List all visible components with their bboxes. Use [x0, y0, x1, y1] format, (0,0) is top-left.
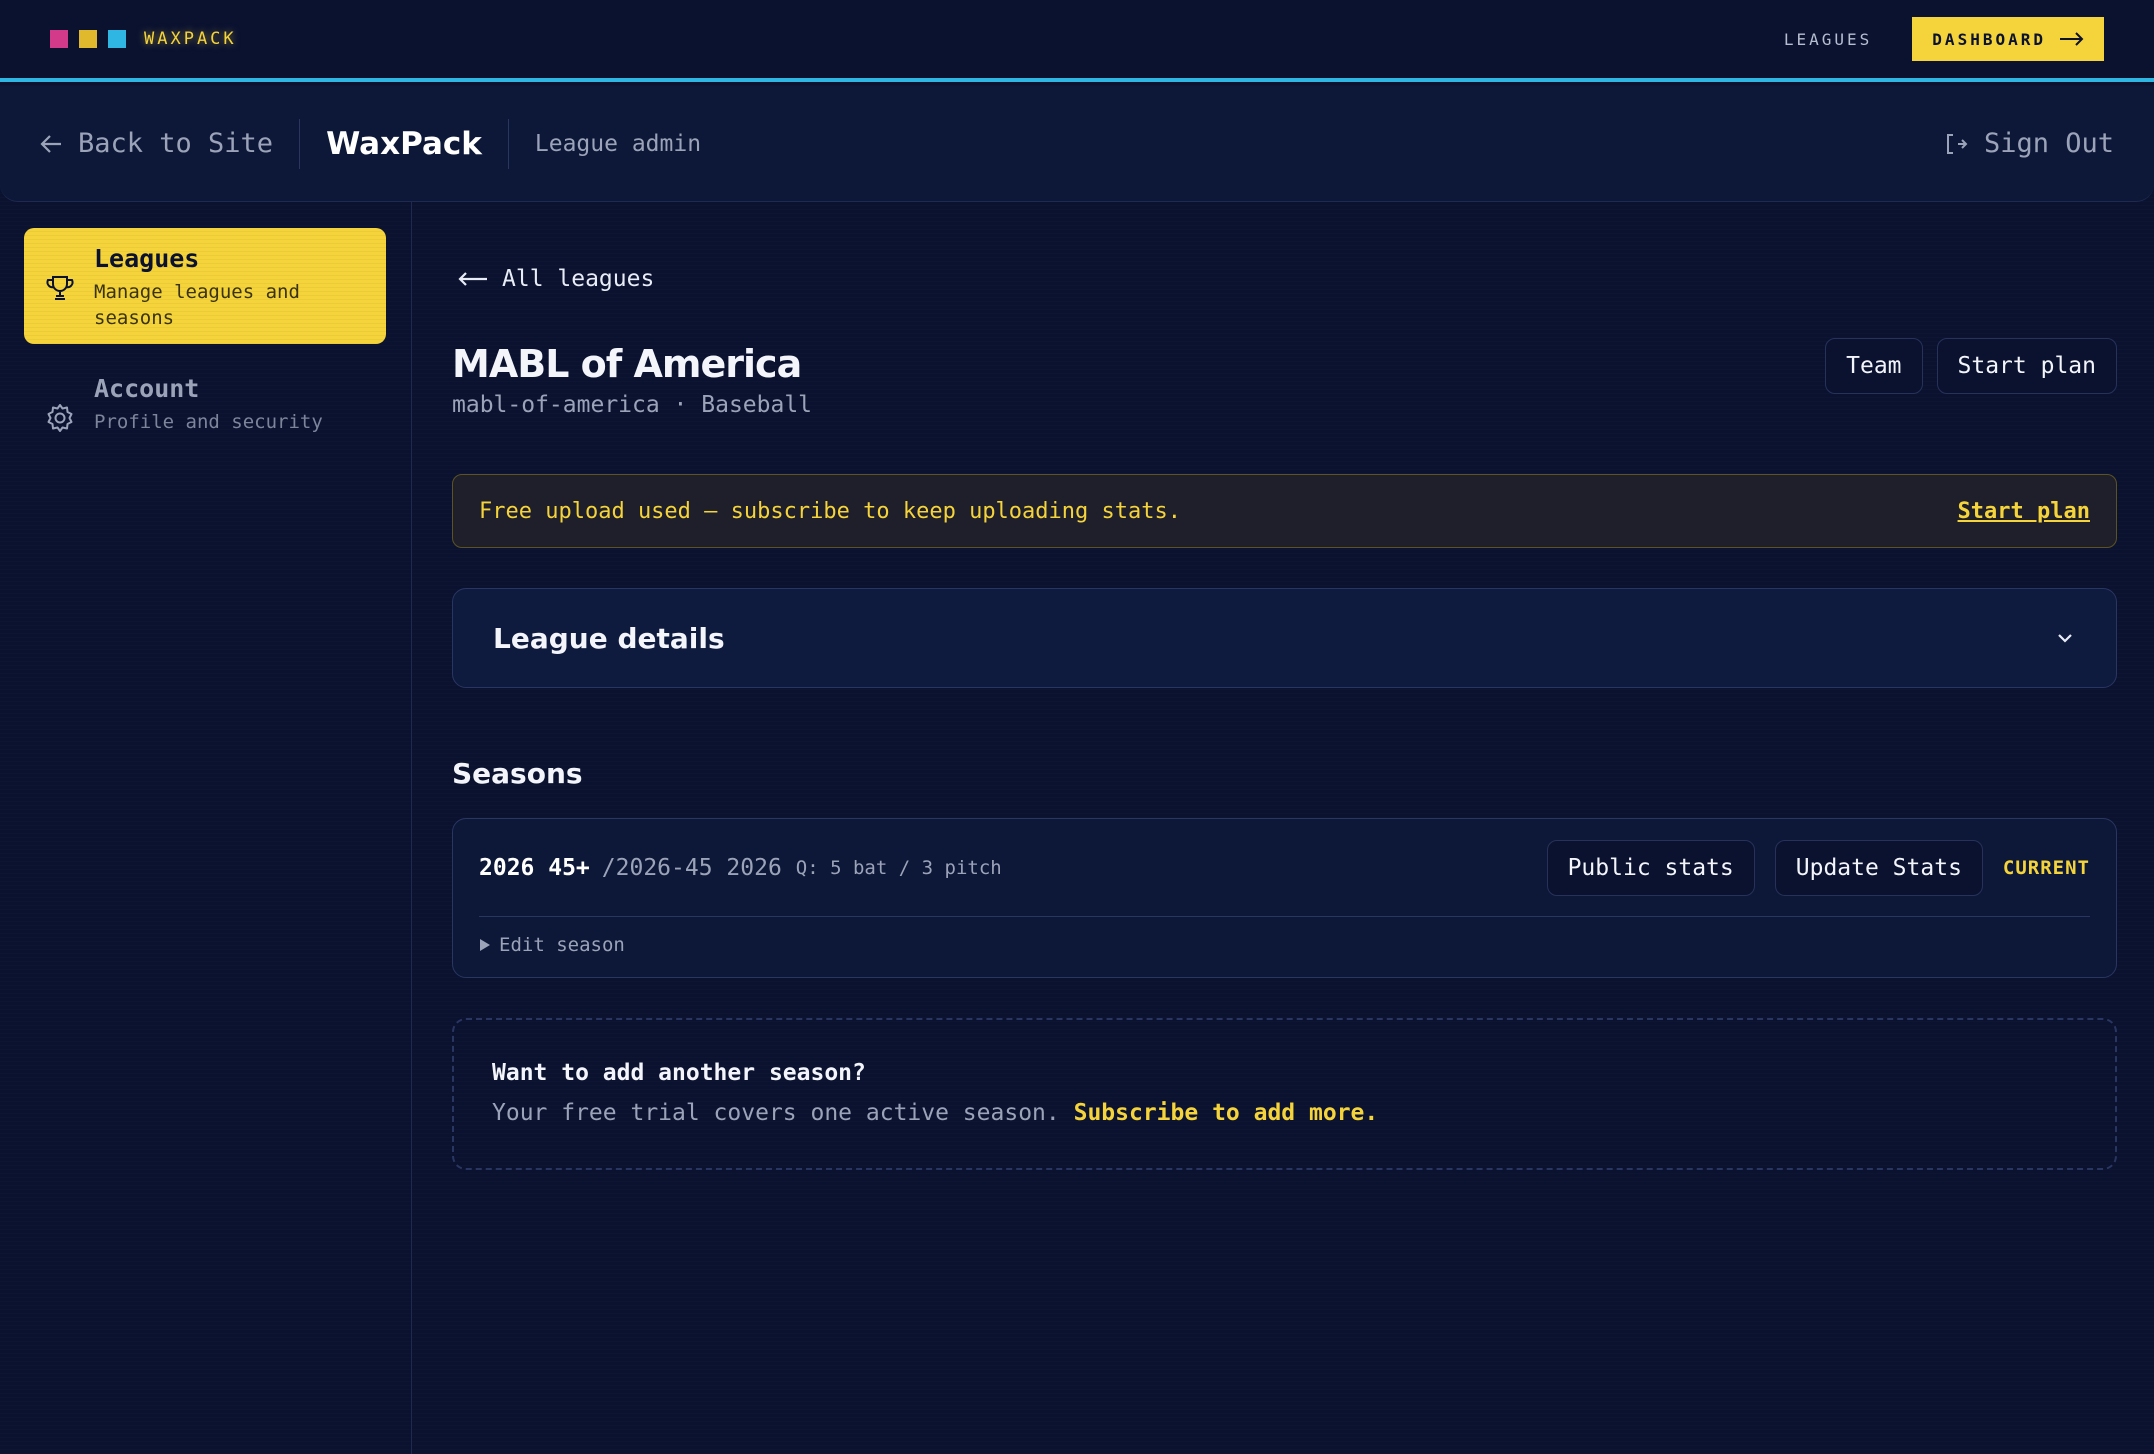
top-nav-links: LEAGUES DASHBOARD — [1784, 17, 2104, 61]
arrow-left-icon — [458, 272, 487, 286]
sidebar: Leagues Manage leagues and seasons Accou… — [0, 202, 412, 1454]
admin-subtitle: League admin — [534, 130, 702, 157]
seasons-heading: Seasons — [452, 757, 583, 790]
page-title: MABL of America — [452, 342, 802, 386]
admin-header: Back to Site WaxPack League admin Sign O… — [0, 86, 2154, 202]
season-row: 2026 45+ /2026-45 2026 Q: 5 bat / 3 pitc… — [479, 819, 2090, 917]
season-name: 2026 45+ — [479, 854, 590, 881]
sidebar-item-leagues[interactable]: Leagues Manage leagues and seasons — [24, 228, 386, 344]
logo-square-pink — [50, 30, 68, 48]
season-slug: /2026-45 2026 — [601, 854, 782, 881]
team-button[interactable]: Team — [1825, 338, 1923, 394]
arrow-left-icon — [40, 134, 61, 153]
league-details-accordion[interactable]: League details — [452, 588, 2117, 688]
top-nav-bar: WAXPACK LEAGUES DASHBOARD — [0, 0, 2154, 82]
sidebar-item-desc: Manage leagues and seasons — [94, 281, 300, 329]
update-stats-button[interactable]: Update Stats — [1774, 839, 1983, 896]
all-leagues-link[interactable]: All leagues — [458, 266, 654, 292]
add-season-text: Your free trial covers one active season… — [492, 1100, 2077, 1126]
add-season-prompt: Want to add another season? Your free tr… — [452, 1018, 2117, 1170]
sidebar-item-title: Leagues — [94, 244, 200, 273]
start-plan-button[interactable]: Start plan — [1936, 338, 2117, 394]
sidebar-item-account[interactable]: Account Profile and security — [24, 358, 386, 458]
league-details-title: League details — [493, 621, 725, 655]
logo-squares[interactable] — [50, 30, 126, 48]
admin-brand: WaxPack — [326, 125, 482, 162]
logo-square-cyan — [108, 30, 126, 48]
season-actions: Public stats Update Stats CURRENT — [1546, 839, 2090, 896]
trophy-icon — [46, 276, 74, 300]
sign-out-button[interactable]: Sign Out — [1944, 128, 2114, 159]
league-slug: mabl-of-america · Baseball — [452, 392, 813, 418]
subscribe-link[interactable]: Subscribe to add more. — [1074, 1100, 1379, 1126]
gear-icon — [47, 404, 73, 432]
edit-season-toggle[interactable]: Edit season — [479, 917, 2090, 973]
sign-out-icon — [1946, 133, 1968, 154]
divider — [507, 118, 509, 169]
back-to-site-link[interactable]: Back to Site — [40, 128, 273, 159]
dashboard-button[interactable]: DASHBOARD — [1912, 17, 2104, 61]
season-card: 2026 45+ /2026-45 2026 Q: 5 bat / 3 pitc… — [452, 818, 2117, 978]
public-stats-button[interactable]: Public stats — [1546, 839, 1755, 896]
notice-text: Free upload used — subscribe to keep upl… — [479, 498, 1181, 524]
leagues-link[interactable]: LEAGUES — [1784, 30, 1872, 49]
sidebar-item-desc: Profile and security — [94, 411, 323, 433]
chevron-down-icon — [2058, 634, 2072, 643]
arrow-right-icon — [2060, 32, 2084, 46]
brand-logo-text[interactable]: WAXPACK — [144, 29, 237, 49]
all-leagues-label: All leagues — [502, 266, 655, 292]
season-qualifiers: Q: 5 bat / 3 pitch — [795, 856, 1002, 879]
add-season-desc: Your free trial covers one active season… — [492, 1100, 1060, 1126]
dashboard-button-label: DASHBOARD — [1932, 29, 2046, 49]
logo-square-yellow — [79, 30, 97, 48]
add-season-title: Want to add another season? — [492, 1060, 866, 1086]
sign-out-label: Sign Out — [1983, 128, 2114, 159]
sidebar-item-title: Account — [94, 374, 200, 403]
header-actions: Team Start plan — [1825, 338, 2117, 394]
upload-notice-banner: Free upload used — subscribe to keep upl… — [452, 474, 2117, 548]
back-to-site-label: Back to Site — [78, 128, 274, 159]
status-badge: CURRENT — [2002, 856, 2090, 879]
edit-season-label: Edit season — [499, 934, 625, 956]
divider — [299, 118, 301, 169]
notice-start-plan-link[interactable]: Start plan — [1958, 499, 2090, 524]
caret-right-icon — [480, 939, 490, 951]
